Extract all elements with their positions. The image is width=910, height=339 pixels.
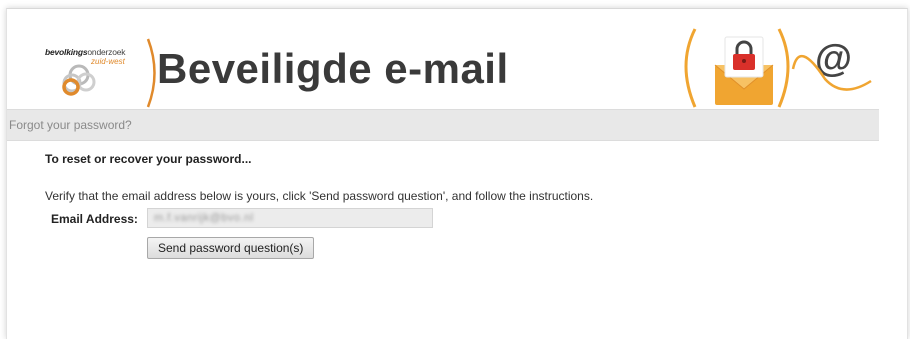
right-paren-icon	[777, 28, 790, 108]
send-password-question-button[interactable]: Send password question(s)	[147, 237, 315, 259]
secure-mail-decoration: @	[684, 28, 872, 108]
page-title: Beveiligde e-mail	[157, 45, 509, 92]
logo-name: bevolkingsonderzoek	[45, 47, 126, 57]
page-subtitle: Forgot your password?	[9, 118, 132, 132]
left-paren-icon	[684, 28, 697, 108]
header: bevolkingsonderzoek zuid-west Beveiligde…	[7, 9, 907, 109]
bevolkingsonderzoek-logo: bevolkingsonderzoek zuid-west	[41, 37, 161, 108]
logo-name-light: onderzoek	[87, 47, 126, 57]
padlock-envelope-icon	[714, 36, 774, 105]
page-frame: bevolkingsonderzoek zuid-west Beveiligde…	[6, 8, 908, 339]
email-label: Email Address:	[51, 212, 138, 226]
breadcrumb-bar: Forgot your password?	[7, 109, 879, 141]
email-value: m.f.vanrijk@bvo.nl	[154, 212, 254, 224]
at-sign-icon: @	[791, 38, 872, 91]
form-heading: To reset or recover your password...	[45, 152, 252, 166]
form-instructions: Verify that the email address below is y…	[45, 189, 594, 203]
logo-name-bold: bevolkings	[45, 47, 88, 57]
logo-circles-icon	[62, 64, 96, 96]
email-field[interactable]: m.f.vanrijk@bvo.nl	[147, 208, 433, 228]
